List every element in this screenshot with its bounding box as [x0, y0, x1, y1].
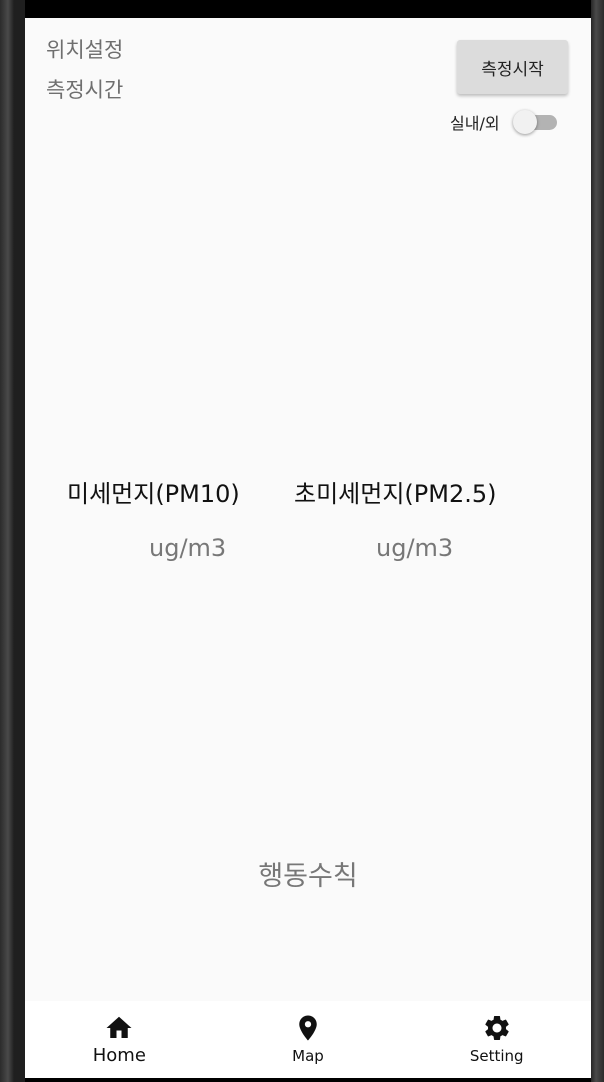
indoor-outdoor-toggle[interactable] [513, 110, 559, 134]
nav-setting-label: Setting [469, 1047, 524, 1065]
nav-setting[interactable]: Setting [402, 1001, 591, 1078]
device-frame: 위치설정 측정시간 측정시작 실내/외 미세먼지(PM10) 초미세먼지(PM2… [0, 0, 604, 1082]
pm10-unit: ug/m3 [149, 534, 227, 562]
toggle-thumb [513, 110, 537, 134]
bottom-navigation: Home Map Setting [25, 1001, 591, 1078]
screen-bottom-edge [25, 1078, 591, 1082]
nav-home-label: Home [92, 1045, 146, 1066]
nav-map-label: Map [292, 1047, 324, 1065]
map-pin-icon [299, 1015, 317, 1041]
nav-home[interactable]: Home [25, 1001, 214, 1078]
start-measurement-button[interactable]: 측정시작 [457, 40, 568, 94]
location-setting-label[interactable]: 위치설정 [46, 34, 123, 64]
gear-icon [484, 1016, 509, 1040]
status-bar [25, 0, 591, 18]
home-icon [106, 1016, 132, 1038]
measure-time-label: 측정시간 [46, 78, 124, 102]
nav-map[interactable]: Map [214, 1001, 403, 1078]
pm25-unit: ug/m3 [376, 534, 454, 562]
app-screen: 위치설정 측정시간 측정시작 실내/외 미세먼지(PM10) 초미세먼지(PM2… [25, 18, 591, 1078]
pm25-title: 초미세먼지(PM2.5) [294, 480, 497, 508]
pm10-title: 미세먼지(PM10) [67, 480, 240, 508]
indoor-outdoor-label: 실내/외 [450, 114, 500, 133]
activity-guideline-label: 행동수칙 [258, 861, 358, 892]
